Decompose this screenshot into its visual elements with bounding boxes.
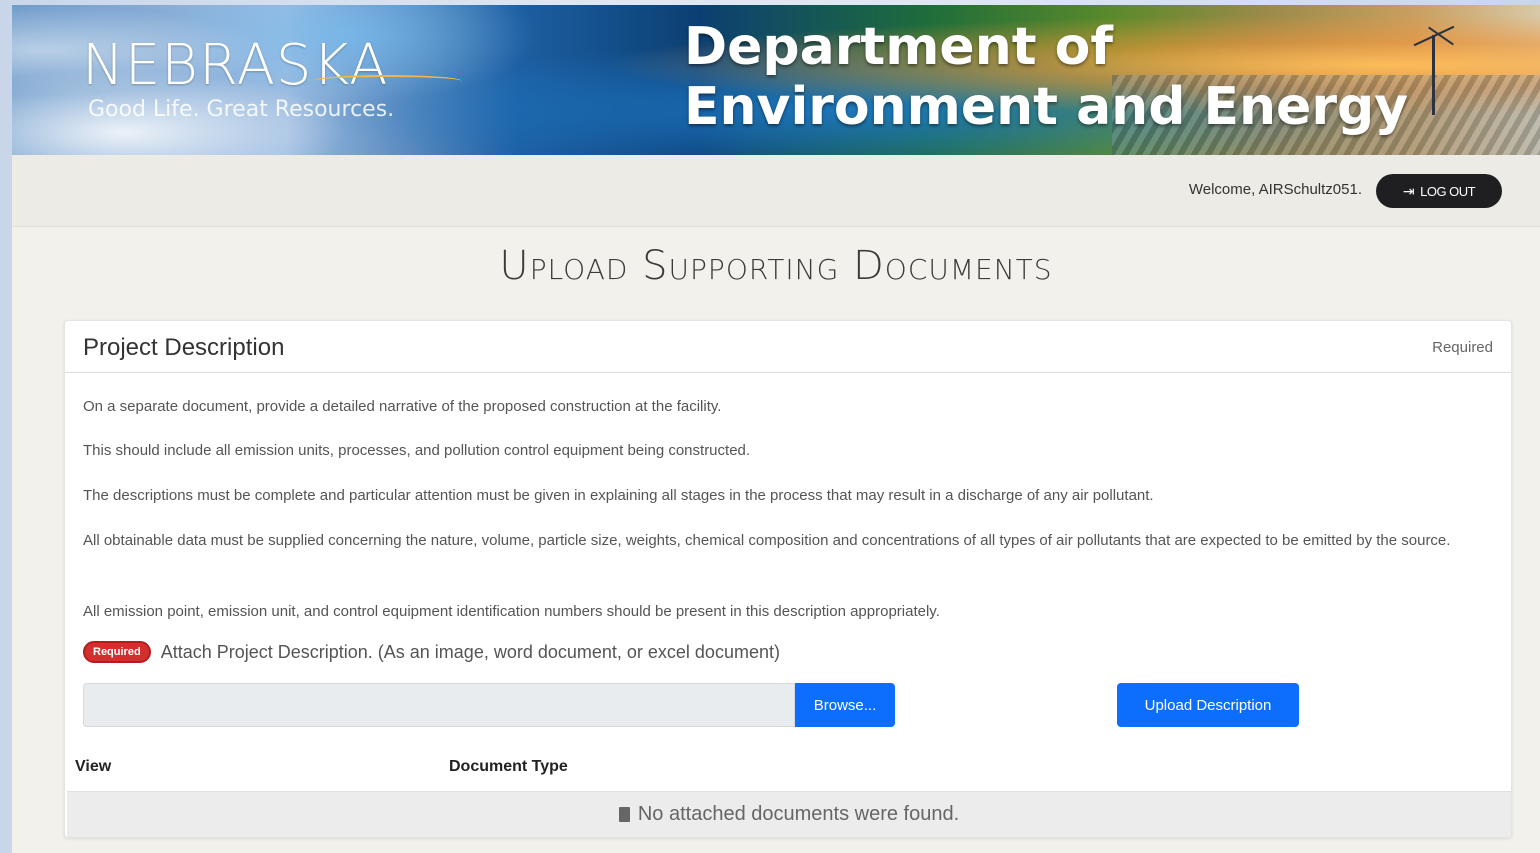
department-title: Department of Environment and Energy [684,17,1408,137]
nebraska-logo: NEBRASKA [82,33,389,98]
instruction-paragraph: All obtainable data must be supplied con… [83,532,1451,549]
file-path-input[interactable] [83,683,795,727]
logo-tagline: Good Life. Great Resources. [88,97,395,122]
browse-button[interactable]: Browse... [795,683,895,727]
card-title: Project Description [83,334,285,361]
instruction-paragraph: All emission point, emission unit, and c… [83,603,940,620]
empty-message: No attached documents were found. [637,803,960,825]
instruction-paragraph: This should include all emission units, … [83,442,751,459]
required-indicator: Required [1432,339,1493,356]
column-header-document-type: Document Type [449,758,568,775]
logout-button[interactable]: ⇥ LOG OUT [1376,174,1502,208]
project-description-card: Project Description Required On a separa… [64,320,1512,838]
document-icon [618,807,630,822]
user-bar: Welcome, AIRSchultz051. ⇥ LOG OUT [12,155,1540,227]
instruction-paragraph: On a separate document, provide a detail… [83,398,722,415]
page-title: Upload Supporting Documents [499,243,1053,289]
empty-table-row: No attached documents were found. [67,791,1511,837]
instruction-paragraph: The descriptions must be complete and pa… [83,487,1154,504]
welcome-message: Welcome, AIRSchultz051. [1188,181,1362,198]
column-header-view: View [75,758,112,775]
required-badge: Required [83,641,151,663]
attach-label: Attach Project Description. (As an image… [160,641,780,662]
wind-turbine-icon [1432,35,1435,115]
attach-row: Required Attach Project Description. (As… [83,641,780,663]
card-header: Project Description Required [65,321,1511,373]
logo-swoosh [312,75,462,87]
header-banner: NEBRASKA Good Life. Great Resources. Dep… [12,5,1540,155]
logout-label: LOG OUT [1420,183,1476,199]
department-title-line1: Department of [684,17,1114,77]
page: NEBRASKA Good Life. Great Resources. Dep… [12,5,1540,853]
upload-description-button[interactable]: Upload Description [1117,683,1299,727]
department-title-line2: Environment and Energy [684,77,1409,137]
logout-icon: ⇥ [1402,182,1415,199]
